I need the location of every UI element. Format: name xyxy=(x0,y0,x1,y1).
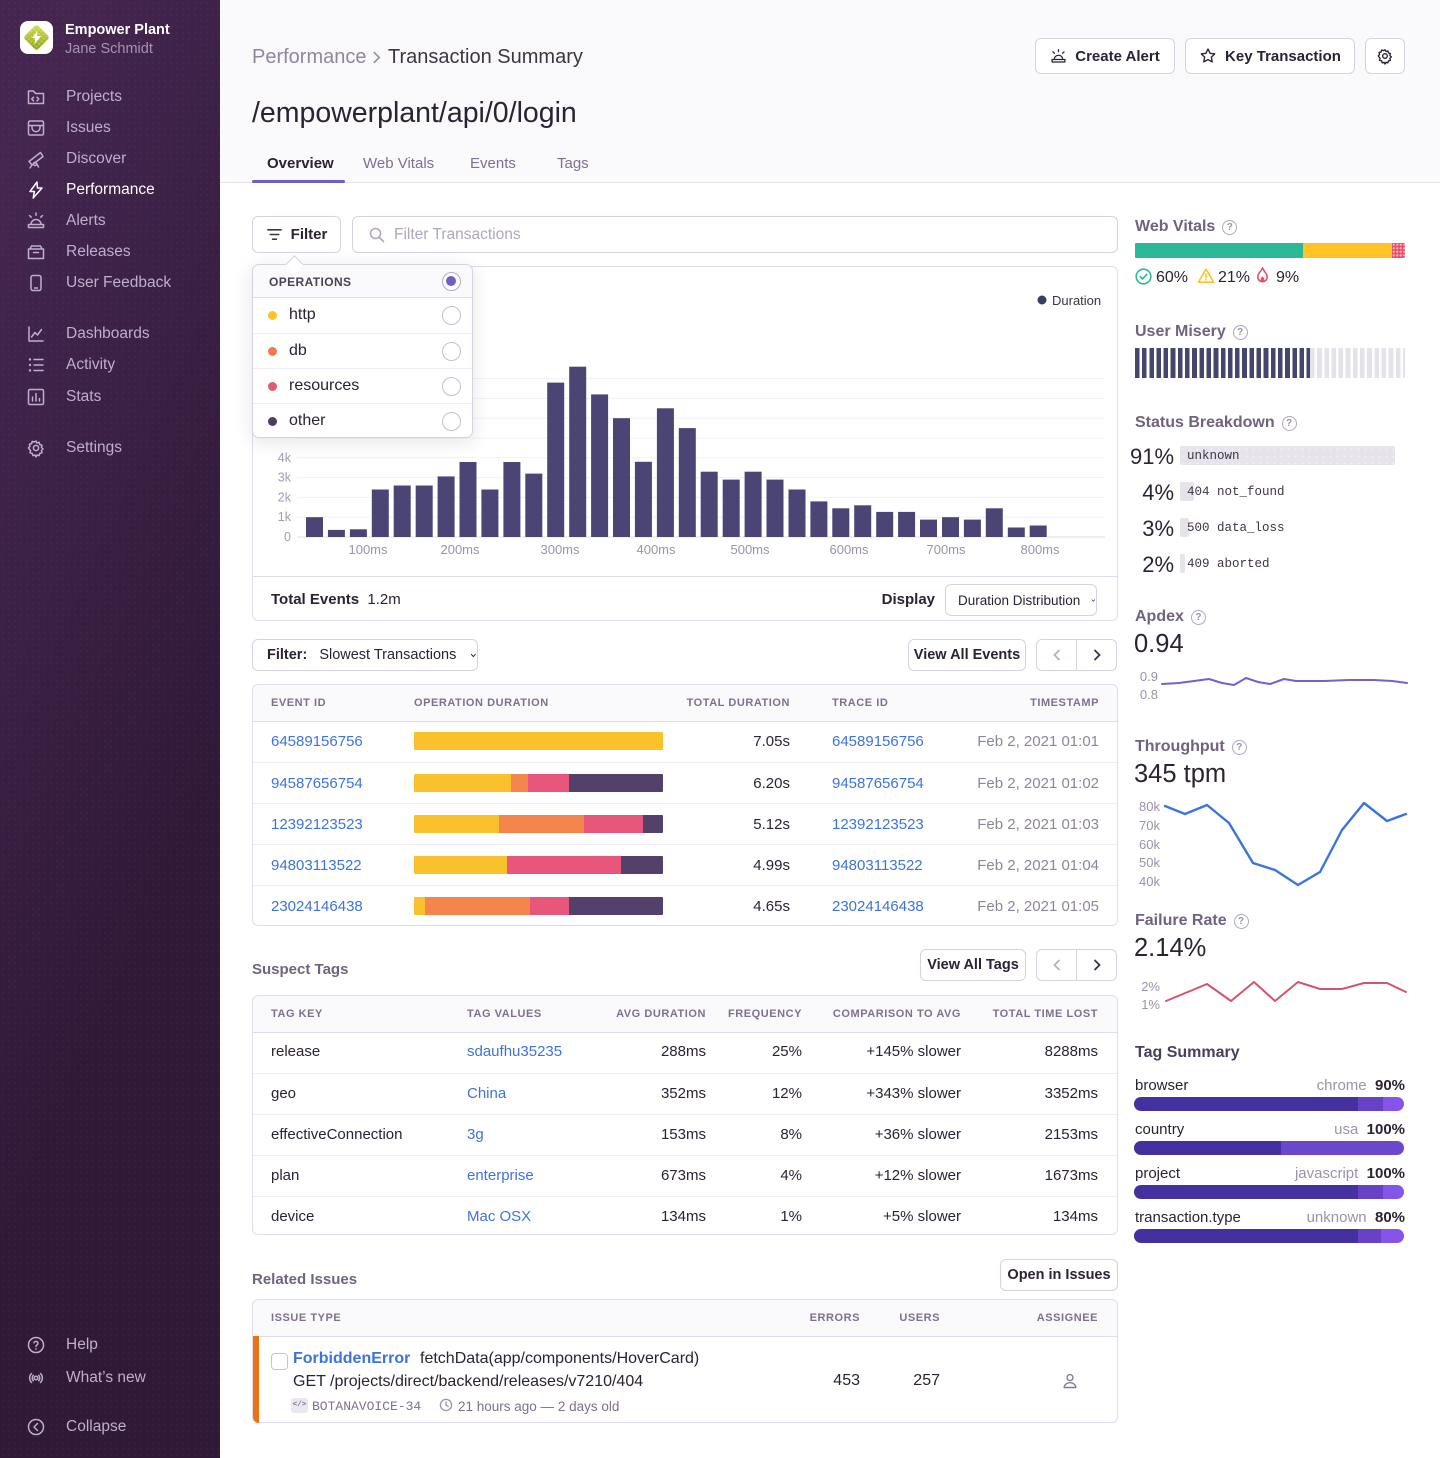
svg-text:60k: 60k xyxy=(1139,837,1160,852)
svg-text:4k: 4k xyxy=(278,451,292,465)
svg-text:0: 0 xyxy=(284,530,291,544)
svg-text:80k: 80k xyxy=(1139,799,1160,814)
svg-text:800ms: 800ms xyxy=(1020,542,1060,557)
svg-text:0.9: 0.9 xyxy=(1140,669,1158,684)
svg-text:3k: 3k xyxy=(278,471,292,485)
svg-text:2%: 2% xyxy=(1141,979,1160,994)
svg-text:700ms: 700ms xyxy=(926,542,966,557)
svg-text:300ms: 300ms xyxy=(540,542,580,557)
svg-text:1%: 1% xyxy=(1141,997,1160,1012)
svg-text:2k: 2k xyxy=(278,490,292,504)
svg-text:200ms: 200ms xyxy=(440,542,480,557)
svg-text:0.8: 0.8 xyxy=(1140,687,1158,702)
svg-text:40k: 40k xyxy=(1139,874,1160,889)
svg-text:50k: 50k xyxy=(1139,855,1160,870)
svg-text:400ms: 400ms xyxy=(636,542,676,557)
svg-text:100ms: 100ms xyxy=(348,542,388,557)
svg-text:Duration: Duration xyxy=(1052,293,1101,308)
svg-text:1k: 1k xyxy=(278,510,292,524)
svg-text:600ms: 600ms xyxy=(829,542,869,557)
svg-text:500ms: 500ms xyxy=(730,542,770,557)
svg-text:70k: 70k xyxy=(1139,818,1160,833)
